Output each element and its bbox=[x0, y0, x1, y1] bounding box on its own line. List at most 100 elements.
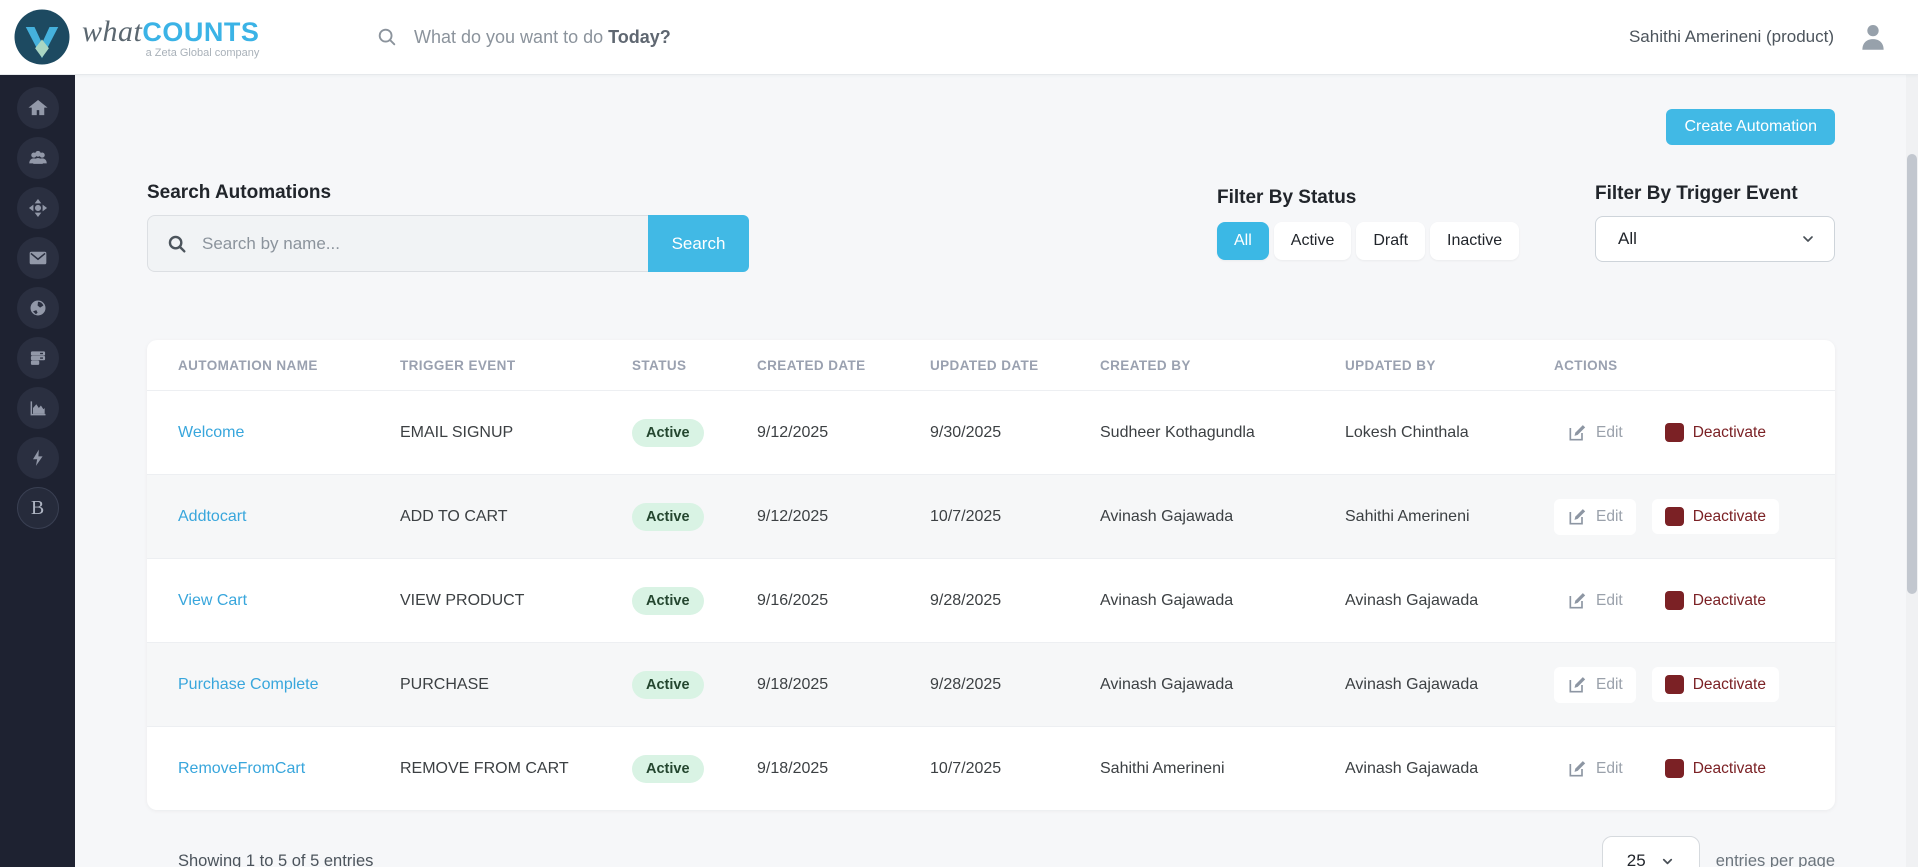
sidebar-item-data[interactable] bbox=[17, 337, 59, 379]
page-scrollbar-thumb[interactable] bbox=[1907, 154, 1917, 594]
col-trigger-event: TRIGGER EVENT bbox=[400, 358, 632, 373]
updated-by-cell: Avinash Gajawada bbox=[1345, 760, 1554, 778]
automation-name-link[interactable]: View Cart bbox=[178, 592, 400, 610]
created-by-cell: Sahithi Amerineni bbox=[1100, 760, 1345, 778]
filter-by-status-panel: Filter By Status All Active Draft Inacti… bbox=[1217, 187, 1519, 260]
table-row: Purchase Complete PURCHASE Active 9/18/2… bbox=[147, 642, 1835, 726]
trigger-event-select[interactable]: All bbox=[1595, 216, 1835, 262]
col-status: STATUS bbox=[632, 358, 757, 373]
status-badge: Active bbox=[632, 419, 704, 447]
sidebar-item-email[interactable] bbox=[17, 237, 59, 279]
filter-by-trigger-label: Filter By Trigger Event bbox=[1595, 183, 1835, 205]
table-row: Addtocart ADD TO CART Active 9/12/2025 1… bbox=[147, 474, 1835, 558]
updated-by-cell: Avinash Gajawada bbox=[1345, 592, 1554, 610]
edit-pencil-icon bbox=[1567, 423, 1587, 443]
col-created-by: CREATED BY bbox=[1100, 358, 1345, 373]
status-filter-draft[interactable]: Draft bbox=[1356, 222, 1425, 260]
edit-pencil-icon bbox=[1567, 591, 1587, 611]
deactivate-button[interactable]: Deactivate bbox=[1652, 667, 1779, 702]
table-row: Welcome EMAIL SIGNUP Active 9/12/2025 9/… bbox=[147, 390, 1835, 474]
search-automations-label: Search Automations bbox=[147, 182, 749, 204]
edit-button[interactable]: Edit bbox=[1554, 751, 1636, 787]
sidebar-item-automations[interactable] bbox=[17, 437, 59, 479]
edit-button[interactable]: Edit bbox=[1554, 583, 1636, 619]
deactivate-icon bbox=[1665, 675, 1684, 694]
automation-search-field bbox=[147, 215, 648, 272]
deactivate-button[interactable]: Deactivate bbox=[1652, 499, 1779, 534]
automation-name-link[interactable]: Addtocart bbox=[178, 508, 400, 526]
created-date-cell: 9/16/2025 bbox=[757, 592, 930, 610]
automation-name-link[interactable]: RemoveFromCart bbox=[178, 760, 400, 778]
server-icon bbox=[28, 348, 48, 368]
deactivate-button[interactable]: Deactivate bbox=[1652, 415, 1779, 450]
status-filter-group: All Active Draft Inactive bbox=[1217, 222, 1519, 260]
status-filter-all[interactable]: All bbox=[1217, 222, 1269, 260]
updated-date-cell: 10/7/2025 bbox=[930, 508, 1100, 526]
status-badge: Active bbox=[632, 503, 704, 531]
table-row: View Cart VIEW PRODUCT Active 9/16/2025 … bbox=[147, 558, 1835, 642]
sidebar-item-targeting[interactable] bbox=[17, 187, 59, 229]
table-footer: Showing 1 to 5 of 5 entries 25 entries p… bbox=[147, 836, 1835, 867]
bolt-icon bbox=[28, 448, 48, 468]
globe-icon bbox=[28, 298, 48, 318]
sidebar-item-b[interactable]: B bbox=[17, 487, 59, 529]
edit-button[interactable]: Edit bbox=[1554, 499, 1636, 535]
trigger-event-cell: EMAIL SIGNUP bbox=[400, 424, 632, 442]
edit-button[interactable]: Edit bbox=[1554, 415, 1636, 451]
trigger-event-cell: PURCHASE bbox=[400, 676, 632, 694]
deactivate-button[interactable]: Deactivate bbox=[1652, 751, 1779, 786]
b-letter-icon: B bbox=[31, 497, 44, 520]
target-icon bbox=[28, 198, 48, 218]
automation-name-link[interactable]: Purchase Complete bbox=[178, 676, 400, 694]
search-automations-panel: Search Automations Search bbox=[147, 182, 749, 272]
status-badge: Active bbox=[632, 755, 704, 783]
user-profile-icon[interactable] bbox=[1856, 20, 1890, 54]
status-filter-active[interactable]: Active bbox=[1274, 222, 1352, 260]
updated-date-cell: 9/28/2025 bbox=[930, 676, 1100, 694]
search-icon bbox=[166, 233, 188, 255]
filter-by-status-label: Filter By Status bbox=[1217, 187, 1519, 209]
created-date-cell: 9/18/2025 bbox=[757, 676, 930, 694]
sidebar-item-home[interactable] bbox=[17, 87, 59, 129]
brand-name-what: what bbox=[82, 15, 142, 49]
edit-pencil-icon bbox=[1567, 507, 1587, 527]
mail-icon bbox=[28, 248, 48, 268]
global-search[interactable]: What do you want to do Today? bbox=[376, 26, 671, 48]
chart-area-icon bbox=[28, 398, 48, 418]
deactivate-icon bbox=[1665, 591, 1684, 610]
sidebar-item-audience[interactable] bbox=[17, 137, 59, 179]
sidebar-item-reports[interactable] bbox=[17, 387, 59, 429]
updated-date-cell: 9/30/2025 bbox=[930, 424, 1100, 442]
sidebar-item-web[interactable] bbox=[17, 287, 59, 329]
whatcounts-logo-icon bbox=[12, 7, 72, 67]
updated-date-cell: 9/28/2025 bbox=[930, 592, 1100, 610]
col-updated-date: UPDATED DATE bbox=[930, 358, 1100, 373]
trigger-event-cell: VIEW PRODUCT bbox=[400, 592, 632, 610]
table-row: RemoveFromCart REMOVE FROM CART Active 9… bbox=[147, 726, 1835, 810]
home-icon bbox=[28, 98, 48, 118]
top-bar: what COUNTS a Zeta Global company What d… bbox=[0, 0, 1918, 75]
chevron-down-icon bbox=[1800, 231, 1816, 247]
deactivate-button[interactable]: Deactivate bbox=[1652, 583, 1779, 618]
automation-name-link[interactable]: Welcome bbox=[178, 424, 400, 442]
brand-tagline: a Zeta Global company bbox=[146, 47, 260, 59]
per-page-select[interactable]: 25 bbox=[1602, 836, 1700, 867]
col-actions: ACTIONS bbox=[1554, 358, 1835, 373]
updated-by-cell: Sahithi Amerineni bbox=[1345, 508, 1554, 526]
deactivate-icon bbox=[1665, 759, 1684, 778]
created-by-cell: Avinash Gajawada bbox=[1100, 676, 1345, 694]
trigger-event-cell: ADD TO CART bbox=[400, 508, 632, 526]
edit-button[interactable]: Edit bbox=[1554, 667, 1636, 703]
users-icon bbox=[28, 148, 48, 168]
brand-logo[interactable]: what COUNTS a Zeta Global company bbox=[0, 7, 330, 67]
created-by-cell: Sudheer Kothagundla bbox=[1100, 424, 1345, 442]
create-automation-button[interactable]: Create Automation bbox=[1666, 109, 1835, 145]
per-page-value: 25 bbox=[1627, 851, 1646, 867]
updated-by-cell: Avinash Gajawada bbox=[1345, 676, 1554, 694]
col-automation-name: AUTOMATION NAME bbox=[178, 358, 400, 373]
status-filter-inactive[interactable]: Inactive bbox=[1430, 222, 1519, 260]
search-button[interactable]: Search bbox=[648, 215, 749, 272]
updated-by-cell: Lokesh Chinthala bbox=[1345, 424, 1554, 442]
page-scrollbar-track[interactable] bbox=[1906, 75, 1918, 867]
search-input[interactable] bbox=[202, 234, 630, 254]
